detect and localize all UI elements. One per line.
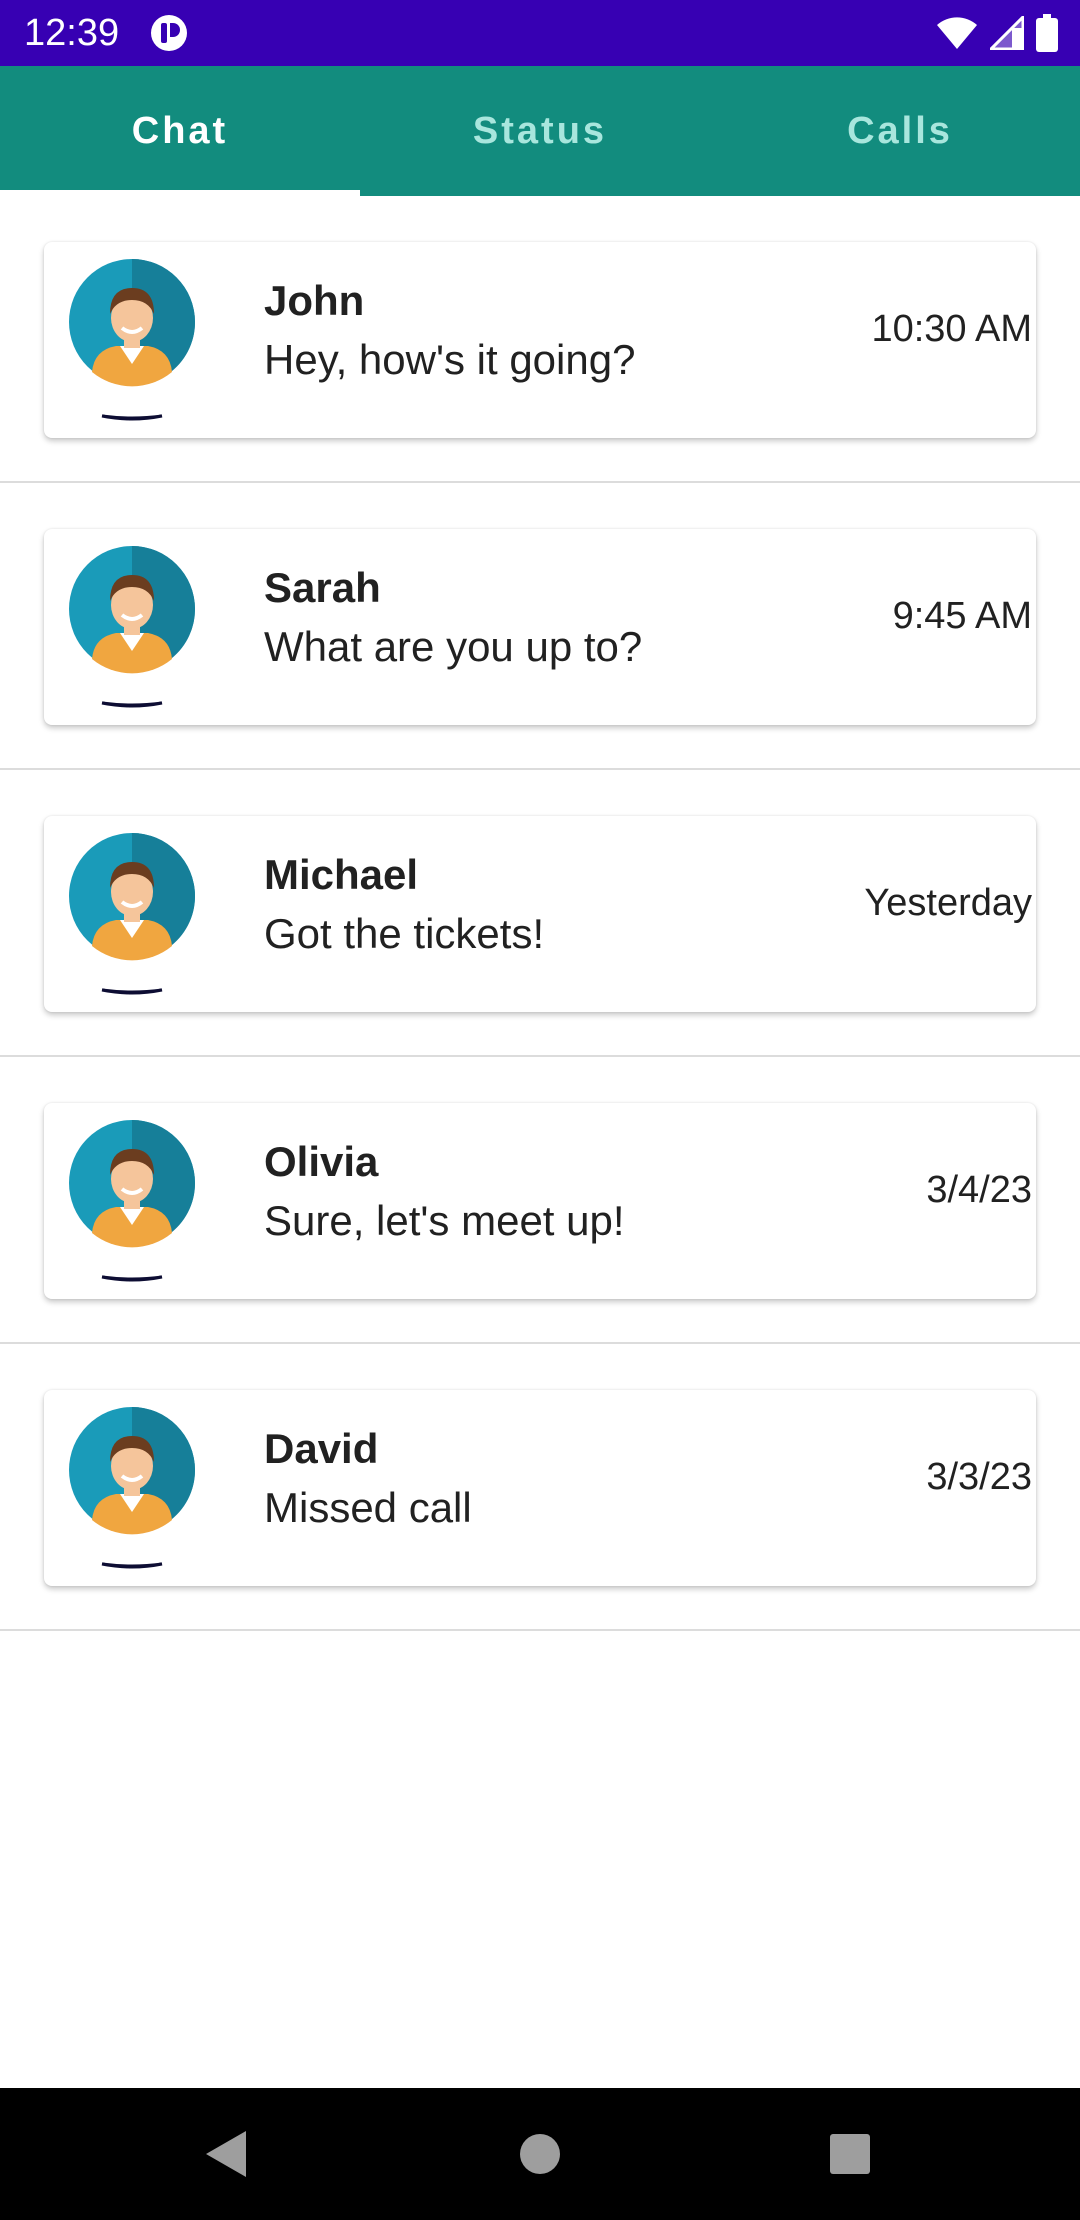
message-time: 10:30 AM — [871, 308, 1032, 350]
chat-card-olivia[interactable]: Olivia Sure, let's meet up! 3/4/23 — [44, 1103, 1036, 1299]
back-icon — [206, 2131, 246, 2177]
list-item: Olivia Sure, let's meet up! 3/4/23 — [0, 1057, 1080, 1344]
chat-card-michael[interactable]: Michael Got the tickets! Yesterday — [44, 816, 1036, 1012]
chat-card-john[interactable]: John Hey, how's it going? 10:30 AM — [44, 242, 1036, 438]
battery-icon — [1036, 14, 1058, 52]
app-notification-icon — [151, 15, 187, 51]
message-time: 3/3/23 — [926, 1456, 1032, 1498]
screen: 12:39 Chat Status Calls John Hey, how's … — [0, 0, 1080, 2220]
status-time: 12:39 — [24, 12, 120, 54]
contact-name: Sarah — [264, 564, 381, 611]
home-button[interactable] — [504, 2118, 576, 2190]
message-time: Yesterday — [864, 882, 1032, 924]
chat-card-sarah[interactable]: Sarah What are you up to? 9:45 AM — [44, 529, 1036, 725]
person-avatar-icon — [69, 259, 196, 421]
recents-button[interactable] — [814, 2118, 886, 2190]
status-icons — [936, 12, 1058, 54]
cell-signal-icon — [990, 16, 1024, 50]
contact-name: Olivia — [264, 1138, 379, 1185]
tab-calls[interactable]: Calls — [720, 66, 1080, 196]
list-item: Sarah What are you up to? 9:45 AM — [0, 483, 1080, 770]
list-item: David Missed call 3/3/23 — [0, 1344, 1080, 1631]
list-item: John Hey, how's it going? 10:30 AM — [0, 196, 1080, 483]
tab-status[interactable]: Status — [360, 66, 720, 196]
person-avatar-icon — [69, 1407, 196, 1569]
contact-name: David — [264, 1425, 379, 1472]
chat-list: John Hey, how's it going? 10:30 AM Sarah… — [0, 196, 1080, 1631]
tab-chat[interactable]: Chat — [0, 66, 360, 196]
message-time: 3/4/23 — [926, 1169, 1032, 1211]
home-icon — [520, 2134, 560, 2174]
navigation-bar — [0, 2088, 1080, 2220]
contact-name: Michael — [264, 851, 419, 898]
person-avatar-icon — [69, 1120, 196, 1282]
chat-card-david[interactable]: David Missed call 3/3/23 — [44, 1390, 1036, 1586]
message-time: 9:45 AM — [892, 595, 1032, 637]
person-avatar-icon — [69, 833, 196, 995]
last-message: Hey, how's it going? — [264, 336, 636, 383]
tab-bar: Chat Status Calls — [0, 66, 1080, 196]
last-message: Sure, let's meet up! — [264, 1197, 625, 1244]
last-message: What are you up to? — [264, 623, 643, 670]
contact-name: John — [264, 277, 365, 324]
list-item: Michael Got the tickets! Yesterday — [0, 770, 1080, 1057]
status-bar: 12:39 — [0, 0, 1080, 66]
last-message: Missed call — [264, 1484, 472, 1531]
back-button[interactable] — [190, 2118, 262, 2190]
person-avatar-icon — [69, 546, 196, 708]
recents-icon — [830, 2134, 870, 2174]
last-message: Got the tickets! — [264, 910, 545, 957]
wifi-icon — [937, 17, 977, 49]
